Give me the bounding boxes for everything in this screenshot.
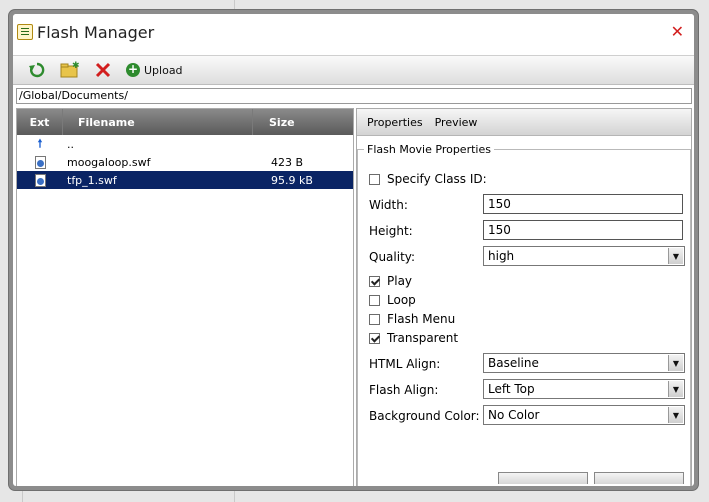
fieldset-legend: Flash Movie Properties bbox=[367, 143, 491, 156]
upload-button[interactable]: + Upload bbox=[126, 63, 183, 77]
path-field[interactable]: /Global/Documents/ bbox=[16, 88, 692, 104]
file-name: tfp_1.swf bbox=[67, 173, 117, 187]
new-folder-icon[interactable]: ✱ bbox=[60, 60, 80, 80]
flash-align-value: Left Top bbox=[488, 382, 535, 396]
chevron-down-icon: ▼ bbox=[668, 355, 683, 371]
flash-manager-dialog: Flash Manager ✕ ✱ + Upload /Global/Docum… bbox=[9, 10, 698, 490]
chevron-down-icon: ▼ bbox=[668, 407, 683, 423]
column-header-filename[interactable]: Filename bbox=[63, 109, 253, 135]
properties-tabs: Properties Preview bbox=[357, 109, 691, 136]
tab-properties[interactable]: Properties bbox=[367, 116, 423, 129]
play-label: Play bbox=[387, 274, 413, 288]
column-header-ext[interactable]: Ext bbox=[17, 109, 63, 135]
quality-select[interactable]: high ▼ bbox=[483, 246, 685, 266]
transparent-label: Transparent bbox=[387, 331, 459, 345]
loop-label: Loop bbox=[387, 293, 416, 307]
chevron-down-icon: ▼ bbox=[668, 381, 683, 397]
background-color-label: Background Color: bbox=[369, 409, 480, 423]
document-icon bbox=[17, 24, 33, 40]
column-header-size[interactable]: Size bbox=[253, 109, 353, 135]
transparent-checkbox[interactable] bbox=[369, 332, 380, 344]
html-align-select[interactable]: Baseline ▼ bbox=[483, 353, 685, 373]
file-row[interactable]: moogaloop.swf 423 B bbox=[17, 153, 353, 171]
quality-label: Quality: bbox=[369, 250, 416, 264]
upload-plus-icon: + bbox=[126, 62, 140, 77]
file-name: moogaloop.swf bbox=[67, 155, 151, 169]
file-list-panel: Ext Filename Size 🠕 .. moogaloop.swf 423… bbox=[16, 108, 354, 486]
svg-text:✱: ✱ bbox=[72, 61, 80, 71]
flash-properties-fieldset: Flash Movie Properties Specify Class ID:… bbox=[357, 143, 691, 486]
properties-panel: Properties Preview Flash Movie Propertie… bbox=[356, 108, 692, 486]
up-arrow-icon: 🠕 bbox=[37, 136, 43, 150]
loop-checkbox[interactable] bbox=[369, 294, 380, 306]
dialog-titlebar[interactable]: Flash Manager ✕ bbox=[13, 14, 694, 50]
toolbar: ✱ + Upload bbox=[13, 55, 694, 85]
insert-button[interactable] bbox=[498, 472, 588, 484]
background-color-select[interactable]: No Color ▼ bbox=[483, 405, 685, 425]
background-color-value: No Color bbox=[488, 408, 540, 422]
html-align-value: Baseline bbox=[488, 356, 539, 370]
height-field[interactable] bbox=[483, 220, 683, 240]
transparent-row[interactable]: Transparent bbox=[369, 331, 458, 345]
cancel-button[interactable] bbox=[594, 472, 684, 484]
loop-row[interactable]: Loop bbox=[369, 293, 416, 307]
file-name: .. bbox=[67, 137, 74, 151]
width-label: Width: bbox=[369, 198, 408, 212]
flash-menu-row[interactable]: Flash Menu bbox=[369, 312, 455, 326]
dialog-body: Flash Manager ✕ ✱ + Upload /Global/Docum… bbox=[13, 14, 694, 486]
file-row-parent[interactable]: 🠕 .. bbox=[17, 135, 353, 153]
flash-align-label: Flash Align: bbox=[369, 383, 439, 397]
swf-file-icon bbox=[34, 155, 46, 169]
swf-file-icon bbox=[34, 173, 46, 187]
dialog-title: Flash Manager bbox=[37, 22, 155, 42]
refresh-icon[interactable] bbox=[27, 60, 47, 80]
specify-class-id-label: Specify Class ID: bbox=[387, 172, 487, 186]
quality-value: high bbox=[488, 249, 515, 263]
play-checkbox[interactable] bbox=[369, 275, 380, 287]
play-row[interactable]: Play bbox=[369, 274, 412, 288]
file-size: 423 B bbox=[271, 155, 304, 169]
specify-class-id-row[interactable]: Specify Class ID: bbox=[369, 172, 487, 186]
flash-align-select[interactable]: Left Top ▼ bbox=[483, 379, 685, 399]
delete-icon[interactable] bbox=[93, 60, 113, 80]
flash-menu-checkbox[interactable] bbox=[369, 313, 380, 325]
file-list-header: Ext Filename Size bbox=[17, 109, 353, 135]
chevron-down-icon: ▼ bbox=[668, 248, 683, 264]
close-icon[interactable]: ✕ bbox=[671, 22, 684, 41]
height-label: Height: bbox=[369, 224, 413, 238]
flash-menu-label: Flash Menu bbox=[387, 312, 456, 326]
html-align-label: HTML Align: bbox=[369, 357, 441, 371]
specify-class-id-checkbox[interactable] bbox=[369, 173, 380, 185]
tab-preview[interactable]: Preview bbox=[435, 116, 478, 129]
width-field[interactable] bbox=[483, 194, 683, 214]
upload-label: Upload bbox=[144, 63, 183, 77]
file-size: 95.9 kB bbox=[271, 173, 313, 187]
file-row-selected[interactable]: tfp_1.swf 95.9 kB bbox=[17, 171, 353, 189]
